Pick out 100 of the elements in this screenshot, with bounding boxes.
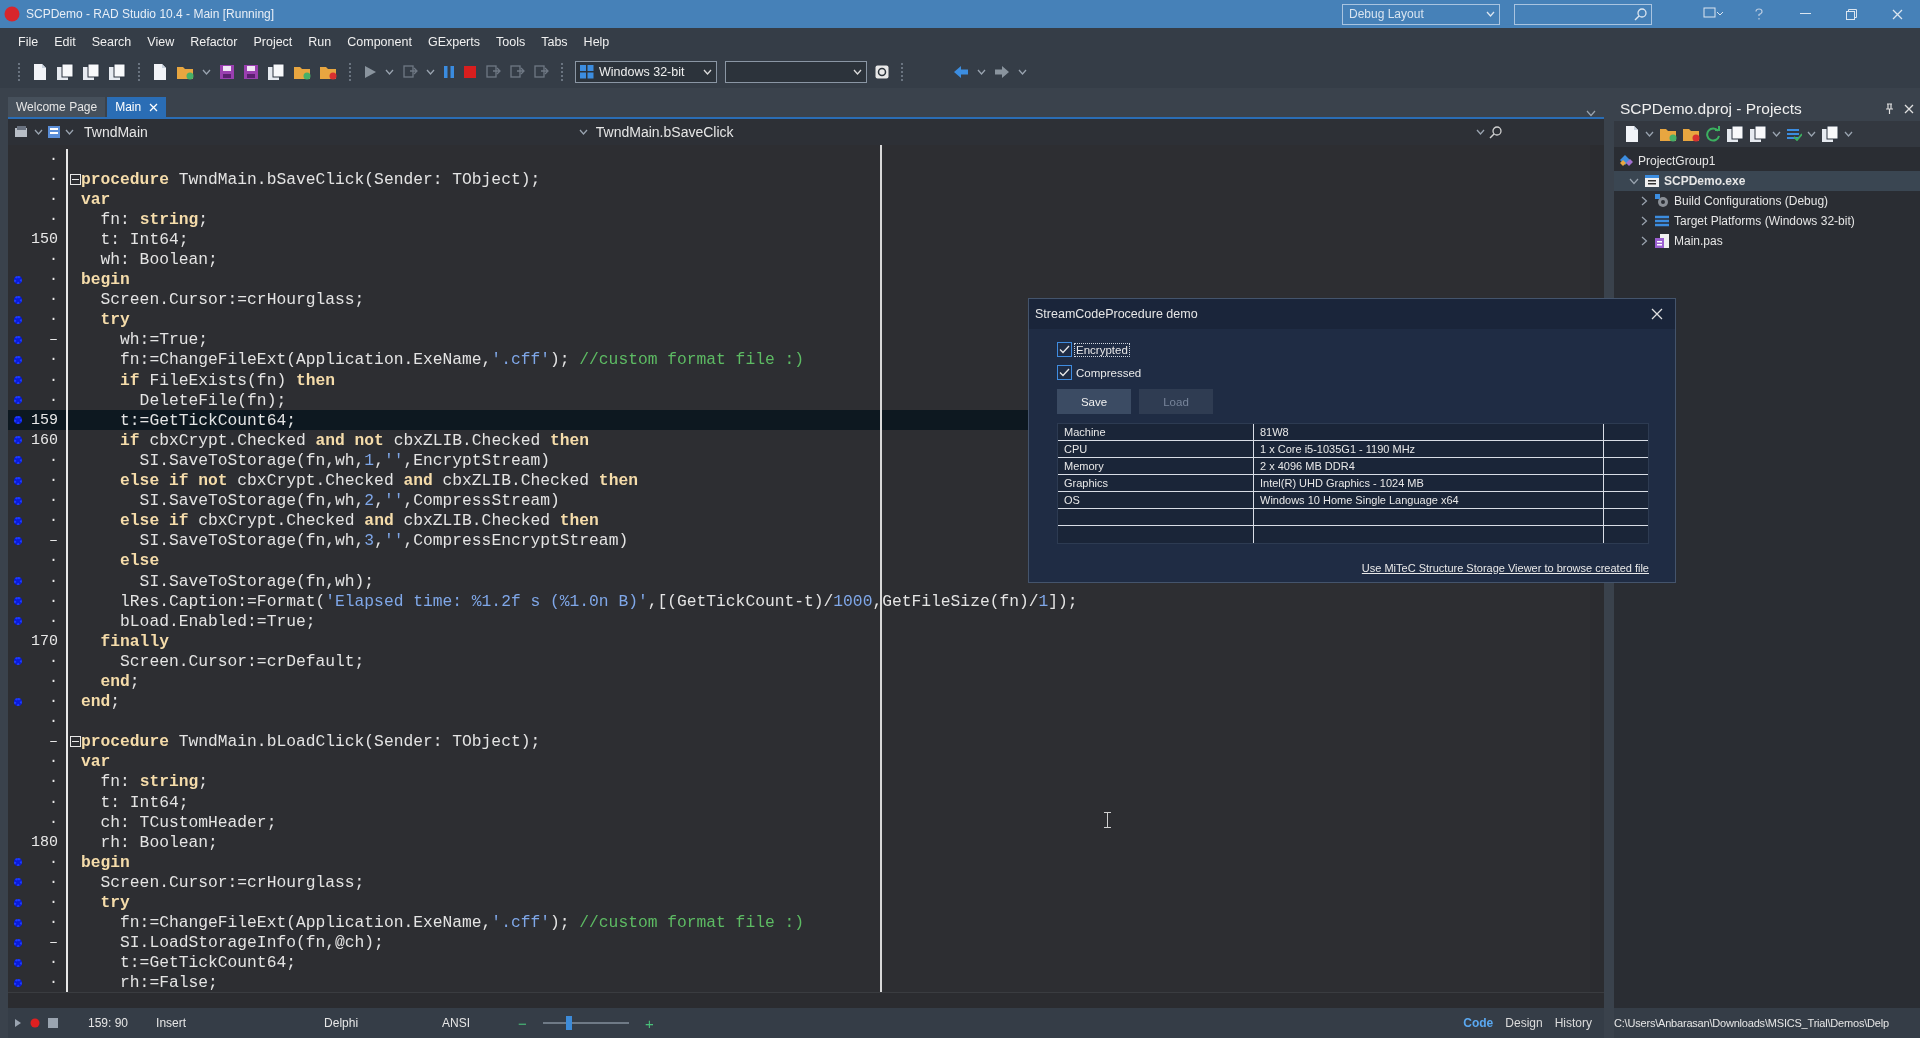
close-icon[interactable] <box>1904 104 1914 114</box>
step-icon[interactable] <box>533 63 549 80</box>
caret-icon[interactable] <box>385 68 394 75</box>
fold-icon[interactable] <box>70 173 81 185</box>
caret-icon[interactable] <box>1645 131 1654 137</box>
platform-combo[interactable]: Windows 32-bit <box>575 60 717 83</box>
chevron-down-icon[interactable] <box>1629 177 1639 185</box>
caret-icon[interactable] <box>1018 68 1027 75</box>
stop-icon[interactable] <box>463 64 477 79</box>
breakpoint-dot[interactable] <box>14 978 22 987</box>
breakpoint-dot[interactable] <box>14 295 22 304</box>
device-icon[interactable] <box>875 64 889 79</box>
checkbox[interactable] <box>1057 342 1072 357</box>
tree-item[interactable]: SCPDemo.exe <box>1664 174 1746 188</box>
breakpoint-dot[interactable] <box>14 456 22 465</box>
menu-item[interactable]: Refactor <box>182 34 246 49</box>
save-icon[interactable] <box>219 63 235 80</box>
menu-item[interactable]: Search <box>83 34 140 49</box>
play-icon[interactable] <box>363 64 377 79</box>
breakpoint-dot[interactable] <box>14 335 22 344</box>
record-icon[interactable] <box>30 1018 40 1028</box>
menu-item[interactable]: Tabs <box>533 34 576 49</box>
minimize-icon[interactable] <box>1799 13 1811 15</box>
restore-icon[interactable] <box>1845 8 1857 20</box>
checkbox-label[interactable]: Encrypted <box>1075 343 1129 356</box>
search-field[interactable] <box>1514 3 1652 25</box>
documents-icon[interactable] <box>267 62 285 81</box>
search-icon[interactable] <box>1489 125 1502 139</box>
help-icon[interactable] <box>1755 8 1763 20</box>
tree-item[interactable]: Target Platforms (Windows 32-bit) <box>1674 214 1855 228</box>
play-icon[interactable] <box>14 1018 22 1028</box>
save-icon[interactable] <box>243 63 259 80</box>
breakpoint-dot[interactable] <box>14 356 22 364</box>
caret-icon[interactable] <box>426 68 435 75</box>
documents-icon[interactable] <box>1749 125 1767 143</box>
documents-icon[interactable] <box>1821 125 1839 143</box>
caret-icon[interactable] <box>1772 131 1781 137</box>
zoom-in-button[interactable]: + <box>638 1014 660 1032</box>
step-icon[interactable] <box>485 63 501 80</box>
breakpoint-dot[interactable] <box>14 436 22 445</box>
horizontal-scrollbar[interactable] <box>8 992 1604 1008</box>
document-icon[interactable] <box>32 62 48 81</box>
checkbox[interactable] <box>1057 365 1072 380</box>
view-tab[interactable]: History <box>1548 1010 1598 1036</box>
document-tab[interactable]: Main <box>107 97 167 117</box>
breakpoint-dot[interactable] <box>14 516 22 525</box>
breakpoint-dot[interactable] <box>14 536 22 545</box>
breakpoint-dot[interactable] <box>14 416 22 425</box>
step-icon[interactable] <box>509 63 525 80</box>
breakpoint-dot[interactable] <box>14 657 22 666</box>
zoom-out-button[interactable]: − <box>512 1014 533 1032</box>
refresh-icon[interactable] <box>1705 126 1721 142</box>
caret-icon[interactable] <box>578 129 588 135</box>
view-tab[interactable]: Design <box>1499 1010 1549 1036</box>
breakpoint-dot[interactable] <box>14 376 22 385</box>
caret-icon[interactable] <box>65 129 74 135</box>
folder-icon[interactable] <box>1682 126 1700 142</box>
arrow-right-icon[interactable] <box>994 64 1010 79</box>
breakpoint-dot[interactable] <box>14 958 22 967</box>
folder-icon[interactable] <box>1659 126 1677 142</box>
documents-icon[interactable] <box>56 62 74 81</box>
caret-icon[interactable] <box>1476 129 1485 135</box>
menu-item[interactable]: Tools <box>488 34 534 49</box>
caret-icon[interactable] <box>34 129 43 135</box>
caret-icon[interactable] <box>1807 131 1816 137</box>
chevron-down-icon[interactable] <box>1586 110 1596 117</box>
menu-item[interactable]: File <box>10 34 47 49</box>
breakpoint-dot[interactable] <box>14 697 22 706</box>
breakpoint-dot[interactable] <box>14 617 22 626</box>
checkbox-label[interactable]: Compressed <box>1075 366 1143 379</box>
menu-item[interactable]: GExperts <box>419 34 488 49</box>
config-combo[interactable] <box>725 60 867 83</box>
fold-icon[interactable] <box>70 736 81 748</box>
tree-item[interactable]: Main.pas <box>1674 234 1723 248</box>
tree-item[interactable]: Build Configurations (Debug) <box>1674 194 1829 208</box>
desktop-icon[interactable] <box>1703 7 1723 21</box>
class-combo[interactable]: TwndMain <box>84 124 148 140</box>
tree-item[interactable]: ProjectGroup1 <box>1638 154 1716 168</box>
step-icon[interactable] <box>402 63 418 80</box>
chevron-right-icon[interactable] <box>1640 236 1648 246</box>
caret-icon[interactable] <box>977 68 986 75</box>
breakpoint-dot[interactable] <box>14 577 22 585</box>
breakpoint-dot[interactable] <box>14 918 22 927</box>
breakpoint-dot[interactable] <box>14 496 22 505</box>
caret-icon[interactable] <box>1844 131 1853 137</box>
close-icon[interactable] <box>1651 308 1663 320</box>
document-tab[interactable]: Welcome Page <box>8 97 106 117</box>
menu-item[interactable]: Run <box>300 34 340 49</box>
breakpoint-dot[interactable] <box>14 315 22 324</box>
chevron-right-icon[interactable] <box>1640 216 1648 226</box>
breakpoint-dot[interactable] <box>14 597 22 606</box>
breakpoint-dot[interactable] <box>14 938 22 947</box>
pin-icon[interactable] <box>1885 103 1894 115</box>
document-icon[interactable] <box>1624 125 1640 143</box>
menu-item[interactable]: Component <box>339 34 420 49</box>
caret-icon[interactable] <box>202 68 211 75</box>
menu-item[interactable]: Edit <box>46 34 84 49</box>
layers-check-icon[interactable] <box>1786 127 1802 141</box>
breakpoint-dot[interactable] <box>14 898 22 907</box>
breakpoint-dot[interactable] <box>14 275 22 284</box>
